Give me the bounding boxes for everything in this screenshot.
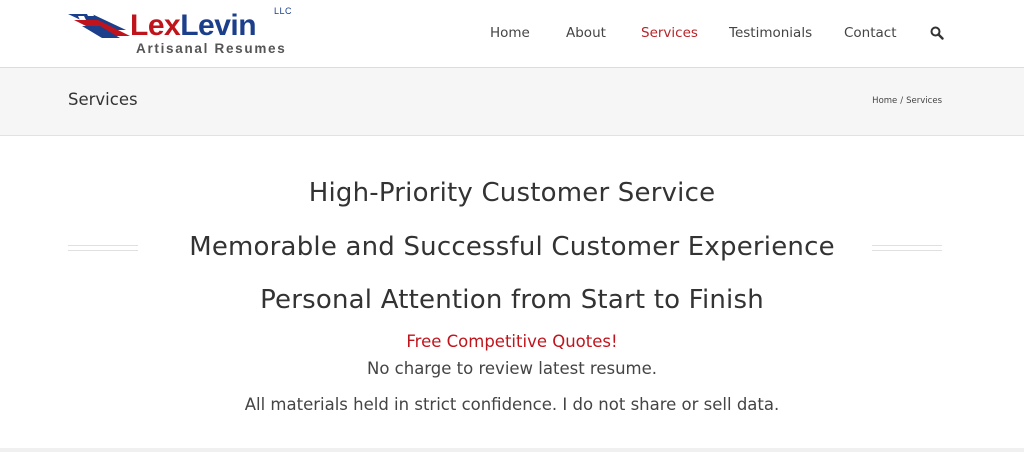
flag-logo-icon (68, 12, 130, 38)
breadcrumb-current: Services (906, 96, 942, 106)
separator-right (872, 245, 942, 251)
page-title-bar: Services Home / Services (0, 68, 1024, 136)
nav-item-home[interactable]: Home (490, 23, 530, 43)
nav-item-testimonials[interactable]: Testimonials (729, 23, 812, 43)
logo[interactable]: LexLevin LLC Artisanal Resumes (68, 6, 298, 62)
search-icon[interactable] (930, 26, 944, 40)
page-title: Services (68, 90, 138, 109)
bottom-divider (0, 448, 1024, 452)
nav-item-about[interactable]: About (566, 23, 606, 43)
breadcrumb-home[interactable]: Home (872, 96, 897, 106)
site-header: LexLevin LLC Artisanal Resumes Home Abou… (0, 0, 1024, 68)
headline-priority: High-Priority Customer Service (308, 178, 716, 208)
brand-tagline: Artisanal Resumes (136, 41, 287, 56)
confidentiality-text: All materials held in strict confidence.… (244, 395, 780, 414)
brand-name-last: Levin (180, 9, 257, 42)
headline-attention: Personal Attention from Start to Finish (260, 285, 764, 315)
breadcrumb: Home / Services (872, 96, 942, 106)
brand-suffix: LLC (274, 6, 293, 16)
brand-name-first: Lex (130, 9, 181, 42)
nav-item-contact[interactable]: Contact (844, 23, 897, 43)
breadcrumb-separator: / (900, 96, 904, 106)
brand-name: LexLevin (130, 9, 257, 43)
nav-item-services[interactable]: Services (641, 23, 698, 43)
headline-experience: Memorable and Successful Customer Experi… (189, 232, 835, 262)
free-quotes-text: Free Competitive Quotes! (406, 332, 618, 351)
main-content: High-Priority Customer Service Memorable… (0, 136, 1024, 452)
review-text: No charge to review latest resume. (366, 359, 658, 378)
